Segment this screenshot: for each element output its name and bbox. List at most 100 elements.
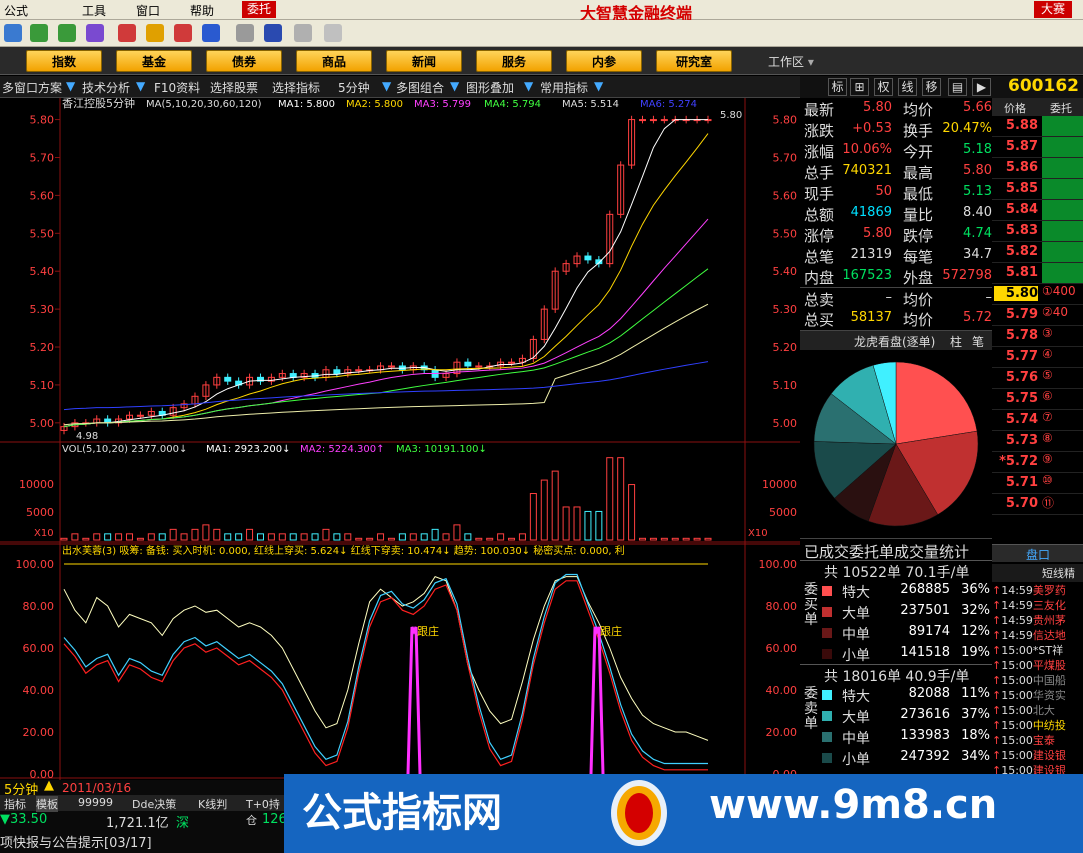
layout-icon[interactable] — [264, 24, 282, 42]
book-price-row[interactable]: 5.86 — [992, 158, 1083, 179]
icon-toolbar — [0, 20, 1083, 47]
notice-bar[interactable]: 项快报与公告提示[03/17] — [0, 832, 152, 851]
sell-order-stats: 委卖单共 18016单 40.9手/单 特大 82088 11% 大单 273616 37%… — [800, 664, 992, 768]
stat-count: 89174 — [908, 624, 950, 639]
book-price-row[interactable]: 5.79 ②40 — [992, 305, 1083, 326]
tab-99999[interactable]: 99999 — [78, 796, 113, 809]
ticker-row[interactable]: ↑15:00平煤股 — [992, 657, 1083, 672]
multi-chart-button[interactable]: 多图组合 — [396, 79, 444, 96]
nav-research-button[interactable]: 研究室 — [656, 50, 732, 72]
contest-tag-button[interactable]: 大赛 — [1034, 1, 1072, 18]
book-price-row[interactable]: 5.76 ⑤ — [992, 368, 1083, 389]
globe-icon[interactable] — [202, 24, 220, 42]
tab-dde[interactable]: Dde决策 — [132, 796, 176, 812]
tech-analysis-button[interactable]: 技术分析 — [82, 79, 130, 96]
dropdown-arrow-icon[interactable]: ▼ — [382, 79, 391, 93]
select-indicator-button[interactable]: 选择指标 — [272, 79, 320, 96]
ticker-row[interactable]: ↑14:59三友化 — [992, 597, 1083, 612]
dropdown-arrow-icon[interactable]: ▼ — [450, 79, 459, 93]
ticker-row[interactable]: ↑15:00宝泰 — [992, 732, 1083, 747]
ticker-row[interactable]: ↑15:00北大 — [992, 702, 1083, 717]
nav-index-button[interactable]: 指数 — [26, 50, 102, 72]
nav-insider-button[interactable]: 内参 — [566, 50, 642, 72]
ticker-row[interactable]: ↑15:00中国船 — [992, 672, 1083, 687]
book-price-row[interactable]: 5.82 — [992, 242, 1083, 263]
disk-tab[interactable]: 盘口 — [992, 544, 1083, 562]
tab-grid[interactable]: ⊞ — [850, 78, 869, 96]
book-price-row[interactable]: 5.78 ③ — [992, 326, 1083, 347]
tab-line[interactable]: 线 — [898, 78, 917, 96]
book-price-row[interactable]: 5.74 ⑦ — [992, 410, 1083, 431]
ticker-row[interactable]: ↑15:00华资实 — [992, 687, 1083, 702]
book-price-row[interactable]: 5.85 — [992, 179, 1083, 200]
print-icon[interactable] — [236, 24, 254, 42]
book-price-row[interactable]: 5.80 ①400 — [992, 284, 1083, 305]
dropdown-arrow-icon[interactable]: ▼ — [136, 79, 145, 93]
ma-legend: MA(5,10,20,30,60,120) — [146, 99, 262, 110]
quote-value: 5.18 — [963, 142, 992, 157]
select-stock-button[interactable]: 选择股票 — [210, 79, 258, 96]
tab-rights[interactable]: 权 — [874, 78, 893, 96]
book-price-row[interactable]: 5.81 — [992, 263, 1083, 284]
common-indicator-button[interactable]: 常用指标 — [540, 79, 588, 96]
book-price-row[interactable]: 5.75 ⑥ — [992, 389, 1083, 410]
stock-code[interactable]: 600162 — [1008, 76, 1079, 96]
nav-bond-button[interactable]: 债券 — [206, 50, 282, 72]
f10-button[interactable]: F10资料 — [154, 79, 200, 96]
ticker-time: 14:59 — [1001, 614, 1033, 627]
book-price-row[interactable]: 5.87 — [992, 137, 1083, 158]
book-price-row[interactable]: *5.72 ⑨ — [992, 452, 1083, 473]
people-icon[interactable] — [58, 24, 76, 42]
nav-commodity-button[interactable]: 商品 — [296, 50, 372, 72]
tab-mark[interactable]: 标 — [828, 78, 847, 96]
kline-icon[interactable] — [118, 24, 136, 42]
dropdown-arrow-icon[interactable]: ▼ — [66, 79, 75, 93]
menu-formula[interactable]: 公式 — [4, 2, 28, 19]
chart-icon[interactable] — [30, 24, 48, 42]
menu-help[interactable]: 帮助 — [190, 2, 214, 19]
dropdown-arrow-icon[interactable]: ▼ — [594, 79, 603, 93]
tab-move[interactable]: 移 — [922, 78, 941, 96]
book-price-row[interactable]: 5.70 ⑪ — [992, 494, 1083, 515]
order-tag-button[interactable]: 委托 — [242, 1, 276, 18]
ticker-row[interactable]: ↑15:00*ST祥 — [992, 642, 1083, 657]
book-price-row[interactable]: 5.73 ⑧ — [992, 431, 1083, 452]
tab-kline[interactable]: K线判 — [198, 796, 227, 812]
ticker-name: 北大 — [1032, 704, 1055, 717]
ticker-row[interactable]: ↑15:00建设银 — [992, 747, 1083, 762]
alert-icon[interactable] — [86, 24, 104, 42]
book-price-row[interactable]: 5.88 — [992, 116, 1083, 137]
play-icon[interactable]: ▶ — [972, 78, 991, 96]
kline-chart[interactable]: 5.80 5.80 5.70 5.70 5.60 5.60 5.50 5.50 5.40 5.40… — [0, 98, 800, 780]
workspace-dropdown[interactable]: 工作区 ▾ — [768, 53, 814, 70]
nav-fund-button[interactable]: 基金 — [116, 50, 192, 72]
ticker-row[interactable]: ↑14:59贵州茅 — [992, 612, 1083, 627]
tab-template[interactable]: 模板 — [36, 796, 58, 812]
dropdown-arrow-icon[interactable]: ▼ — [524, 79, 533, 93]
nav-news-button[interactable]: 新闻 — [386, 50, 462, 72]
book-price-row[interactable]: 5.71 ⑩ — [992, 473, 1083, 494]
period-button[interactable]: 5分钟 — [338, 79, 370, 96]
clock-icon[interactable] — [174, 24, 192, 42]
book-price-row[interactable]: 5.83 — [992, 221, 1083, 242]
nav-service-button[interactable]: 服务 — [476, 50, 552, 72]
book-price-row[interactable]: 5.77 ④ — [992, 347, 1083, 368]
ticker-row[interactable]: ↑15:00中纺投 — [992, 717, 1083, 732]
book-price-row[interactable]: 5.84 — [992, 200, 1083, 221]
overlay-button[interactable]: 图形叠加 — [466, 79, 514, 96]
menu-tools[interactable]: 工具 — [82, 2, 106, 19]
menu-window[interactable]: 窗口 — [136, 2, 160, 19]
diamond-icon[interactable] — [146, 24, 164, 42]
short-line-tab[interactable]: 短线精 — [992, 564, 1083, 582]
layout-icon[interactable]: ▤ — [948, 78, 967, 96]
ticker-row[interactable]: ↑14:59美罗药 — [992, 582, 1083, 597]
book-price: 5.70 — [1005, 496, 1038, 511]
tab-trades[interactable]: 笔 — [972, 333, 984, 350]
multi-window-button[interactable]: 多窗口方案 — [2, 79, 62, 96]
grid-icon[interactable] — [294, 24, 312, 42]
ticker-row[interactable]: ↑14:59信达地 — [992, 627, 1083, 642]
tab-bar-chart[interactable]: 柱 — [950, 333, 962, 350]
back-icon[interactable] — [4, 24, 22, 42]
cursor-icon[interactable] — [324, 24, 342, 42]
tab-indicator[interactable]: 指标 — [4, 796, 26, 812]
